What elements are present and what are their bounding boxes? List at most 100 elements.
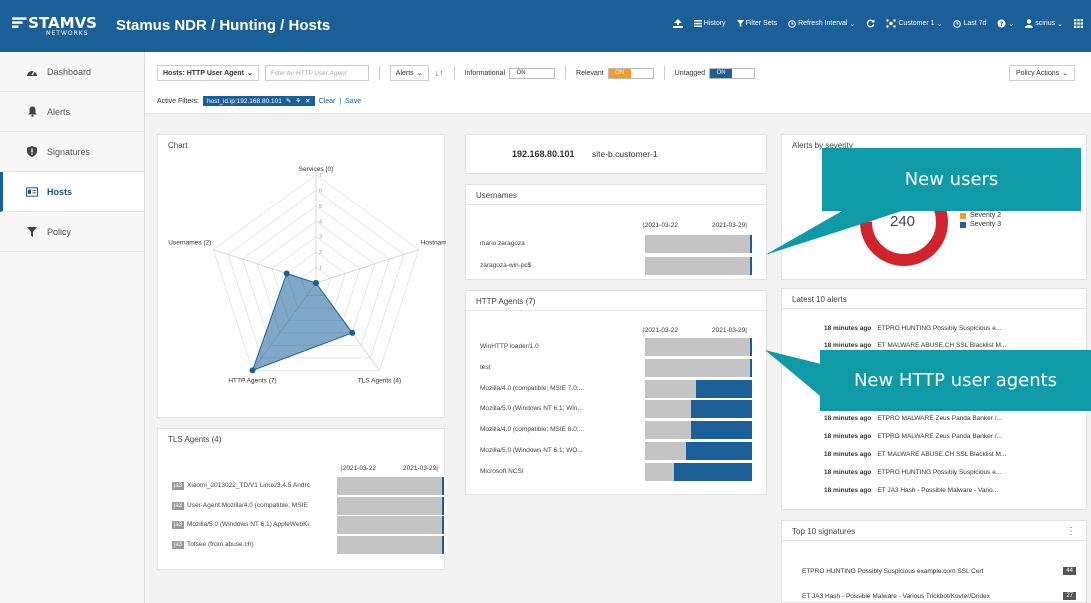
http-agents-title: HTTP Agents (7): [466, 291, 766, 311]
sidebar-item-alerts[interactable]: Alerts: [0, 92, 144, 132]
relevant-toggle[interactable]: ON: [607, 67, 654, 79]
user-label: scirius: [1035, 20, 1056, 27]
radar-tick-label: 6: [319, 188, 322, 194]
row-label: Microsoft NCSI: [480, 468, 640, 475]
logo-mark-icon: [12, 17, 27, 28]
sidebar-item-hosts[interactable]: Hosts: [0, 172, 144, 212]
sort-label: Alerts: [395, 69, 414, 77]
usernames-panel: Usernames |2021-03-22 2021-03-29| mario.…: [465, 184, 767, 280]
informational-toggle-group: Informational ON: [465, 67, 556, 79]
sort-select[interactable]: Alerts ⌄: [389, 65, 429, 81]
user-icon: [1025, 19, 1034, 28]
row-label: mario.zaragoza: [480, 240, 640, 247]
filter-input[interactable]: Filter by HTTP User Agent: [264, 65, 369, 81]
row-label-text: Xiaomi_2013022_TD/V1 Linux/3.4.5 Andrc: [187, 482, 310, 489]
filter-bar: Hosts: HTTP User Agent ⌄ Filter by HTTP …: [145, 52, 1091, 114]
alert-message: ET MALWARE ABUSE.CH SSL Blacklist M...: [877, 451, 1007, 458]
alert-row[interactable]: 18 minutes ago ETPRO MALWARE Zeus Panda B…: [824, 415, 1002, 422]
row-label: Mozilla/5.0 (Windows NT 6.1; Win...: [480, 405, 640, 412]
sort-order-icon[interactable]: ↓↑: [435, 68, 444, 78]
date-start: 2021-03-22: [342, 465, 376, 472]
row-label: Mozilla/5.0 (Windows NT 6.1; WO...: [480, 447, 640, 454]
apps-menu-button[interactable]: [1074, 19, 1083, 28]
negate-filter-icon[interactable]: ⚘: [295, 97, 301, 105]
refresh-interval-dropdown[interactable]: Refresh Interval ⌄: [788, 19, 856, 28]
policy-actions-button[interactable]: Policy Actions ⌄: [1008, 65, 1075, 81]
clock-icon: [788, 19, 796, 28]
clear-filters-link[interactable]: Clear: [319, 98, 336, 105]
informational-toggle[interactable]: ON: [509, 67, 556, 79]
row-label-text: Mozilla/5.0 (Windows NT 6.1; Win...: [480, 405, 583, 413]
timeline-bar-end: [752, 462, 755, 481]
chevron-down-icon: ⌄: [849, 20, 856, 28]
alert-row[interactable]: 18 minutes ago ET JA3 Hash - Possible Mal…: [824, 487, 998, 494]
alert-row[interactable]: 18 minutes ago ET MALWARE ABUSE.CH SSL Bl…: [824, 342, 1006, 349]
save-filters-link[interactable]: Save: [345, 98, 361, 105]
timeline-bar: [337, 516, 447, 534]
date-end: 2021-03-29: [712, 222, 746, 229]
brand-logo[interactable]: STAMVS NETWORKS: [12, 14, 97, 42]
timeline-bar-end: [752, 235, 755, 253]
timeline-bar-fill: [691, 421, 752, 440]
time-period-dropdown[interactable]: Last 7d: [953, 19, 986, 28]
callout-new-users: New users: [822, 148, 1081, 211]
date-start-label: |2021-03-22: [643, 222, 678, 229]
clock-icon: [953, 19, 962, 28]
radar-tick-label: 2: [319, 250, 322, 256]
refresh-icon: [867, 19, 875, 28]
sidebar-item-signatures[interactable]: Signatures: [0, 132, 144, 172]
host-ip: 192.168.80.101: [512, 149, 575, 159]
toggle-handle: [532, 69, 554, 78]
timeline-bar-fill: [674, 462, 752, 481]
filter-sets-button[interactable]: Filter Sets: [736, 20, 777, 27]
chart-panel: Chart 1 2 3 4 5 6 7Services (0) Hostnames (TLS …: [157, 134, 446, 418]
radar-axis-label: Hostnames (: [421, 240, 446, 247]
alert-row[interactable]: 18 minutes ago ETPRO HUNTING Possibly Sus…: [824, 325, 1001, 332]
radar-data-point: [249, 367, 256, 374]
user-dropdown[interactable]: scirius ⌄: [1025, 19, 1063, 28]
untagged-on: ON: [710, 68, 733, 78]
alert-row[interactable]: 18 minutes ago ETPRO MALWARE Zeus Panda B…: [824, 433, 1002, 440]
timeline-bar-end: [752, 421, 755, 440]
http-agents-panel: HTTP Agents (7) |2021-03-22 2021-03-29| …: [465, 290, 767, 495]
edit-icon[interactable]: ✎: [286, 97, 291, 105]
relevant-label: Relevant: [576, 69, 604, 77]
row-label-text: Mozilla/4.0 (compatible; MSIE 7.0;...: [480, 384, 585, 392]
kebab-menu-icon[interactable]: ⋮: [1066, 526, 1076, 537]
divider: [663, 66, 665, 80]
history-button[interactable]: History: [693, 20, 726, 27]
help-dropdown[interactable]: ? ⌄: [997, 19, 1014, 28]
callout-new-http-agents: New HTTP user agents: [820, 350, 1091, 411]
signature-row[interactable]: ETPRO HUNTING Possibly Suspicious exampl…: [802, 568, 1091, 575]
latest-alerts-title: Latest 10 alerts: [782, 289, 1086, 309]
tenant-dropdown[interactable]: Customer 1 ⌄: [886, 19, 942, 28]
sidebar-item-policy[interactable]: Policy: [0, 212, 144, 252]
tenant-icon: [886, 19, 897, 28]
refresh-button[interactable]: [866, 19, 875, 28]
timeline-bar: [337, 535, 447, 554]
divider: [378, 66, 380, 80]
alert-row[interactable]: 18 minutes ago ETPRO HUNTING Possibly Sus…: [824, 469, 1001, 476]
timeline-bar: [337, 477, 447, 495]
radar-tick-label: 3: [319, 235, 322, 241]
radar-data-point: [313, 280, 319, 286]
filter-icon: [26, 226, 38, 238]
alert-message: ET MALWARE ABUSE.CH SSL Blacklist M...: [877, 342, 1007, 349]
close-icon[interactable]: ✕: [305, 97, 310, 105]
severity-total: 240: [890, 213, 916, 230]
upload-button[interactable]: [672, 19, 683, 28]
history-label: History: [703, 20, 726, 27]
hosts-type-select[interactable]: Hosts: HTTP User Agent ⌄: [157, 65, 259, 81]
grid-icon: [1074, 19, 1083, 28]
svg-text:?: ?: [1000, 20, 1004, 28]
active-filter-chip[interactable]: host_id.ip:192.168.80.101 ✎ ⚘ ✕: [203, 96, 315, 106]
sidebar-item-dashboard[interactable]: Dashboard: [0, 52, 144, 92]
relevant-toggle-group: Relevant ON: [576, 67, 654, 79]
signature-row[interactable]: ET JA3 Hash - Possible Malware - Various…: [802, 593, 1091, 600]
top-signatures-title: Top 10 signatures: [782, 521, 1086, 541]
timeline-bar-fill: [696, 379, 752, 398]
alert-row[interactable]: 18 minutes ago ET MALWARE ABUSE.CH SSL Bl…: [824, 451, 1006, 458]
date-end-label: 2021-03-29|: [403, 465, 438, 472]
untagged-toggle[interactable]: ON: [709, 67, 756, 79]
ja3-tag: ja3: [172, 501, 185, 510]
